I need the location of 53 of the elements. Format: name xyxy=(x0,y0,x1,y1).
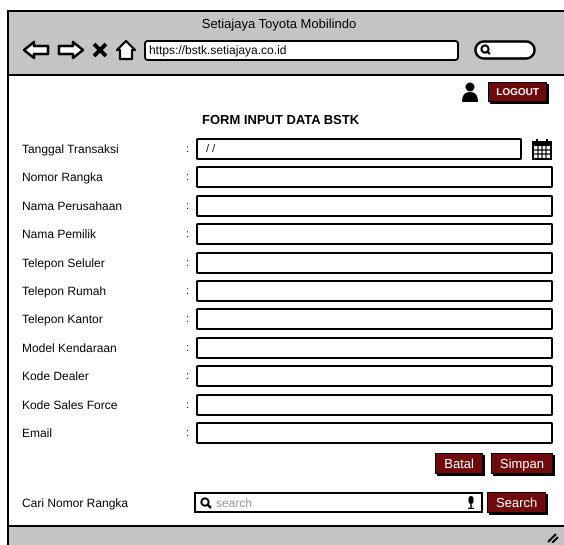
colon: : xyxy=(186,398,190,413)
colon: : xyxy=(186,340,190,356)
field-label: Telepon Rumah xyxy=(22,282,108,300)
input-field[interactable] xyxy=(196,336,553,359)
colon: : xyxy=(186,426,190,441)
colon: : xyxy=(186,284,190,299)
input-field[interactable] xyxy=(196,422,553,444)
colon: : xyxy=(186,170,190,186)
field-label: Kode Sales Force xyxy=(22,396,118,414)
close-icon[interactable] xyxy=(92,42,108,58)
input-field[interactable]: / / xyxy=(196,138,522,160)
colon: : xyxy=(186,227,190,242)
field-label: Tanggal Transaksi xyxy=(22,141,120,158)
back-arrow-icon[interactable] xyxy=(22,40,50,60)
input-field[interactable] xyxy=(196,166,553,188)
field-label: Telepon Kantor xyxy=(22,311,104,328)
resize-grip-icon[interactable] xyxy=(547,533,559,543)
input-field[interactable] xyxy=(196,394,553,416)
form-title: FORM INPUT DATA BSTK xyxy=(201,111,360,128)
search-button[interactable]: Search xyxy=(487,492,546,514)
search-field[interactable] xyxy=(474,40,536,60)
input-field[interactable] xyxy=(196,194,553,217)
field-label: Nama Perusahaan xyxy=(22,198,124,215)
colon: : xyxy=(186,369,190,384)
field-label: Cari Nomor Rangka xyxy=(22,494,130,512)
logout-button[interactable]: LOGOUT xyxy=(488,82,547,102)
field-label: Model Kendaraan xyxy=(22,340,118,357)
input-field[interactable] xyxy=(196,280,553,302)
calendar-icon[interactable] xyxy=(531,138,553,160)
search-icon xyxy=(200,496,212,509)
colon: : xyxy=(186,198,190,214)
address-bar[interactable]: https://bstk.setiajaya.co.id xyxy=(144,40,459,60)
colon: : xyxy=(186,256,190,271)
form-button[interactable]: Simpan xyxy=(490,452,553,474)
field-label: Nomor Rangka xyxy=(22,169,104,186)
input-field[interactable] xyxy=(196,223,553,246)
input-field[interactable] xyxy=(196,365,553,388)
user-icon xyxy=(462,82,478,102)
input-field[interactable] xyxy=(196,308,553,330)
colon: : xyxy=(186,312,190,328)
form-button[interactable]: Batal xyxy=(435,452,483,474)
field-label: Kode Dealer xyxy=(22,368,90,386)
field-label: Telepon Seluler xyxy=(22,254,106,272)
window-title: Setiajaya Toyota Mobilindo xyxy=(200,15,358,31)
microphone-icon[interactable] xyxy=(467,496,475,510)
input-field[interactable] xyxy=(196,252,553,274)
forward-arrow-icon[interactable] xyxy=(57,40,85,60)
search-bar[interactable]: search xyxy=(194,492,483,514)
colon: : xyxy=(186,142,190,157)
home-icon[interactable] xyxy=(115,39,137,61)
field-label: Email xyxy=(22,424,54,442)
search-input[interactable]: search xyxy=(216,496,463,510)
field-label: Nama Pemilik xyxy=(22,226,98,244)
